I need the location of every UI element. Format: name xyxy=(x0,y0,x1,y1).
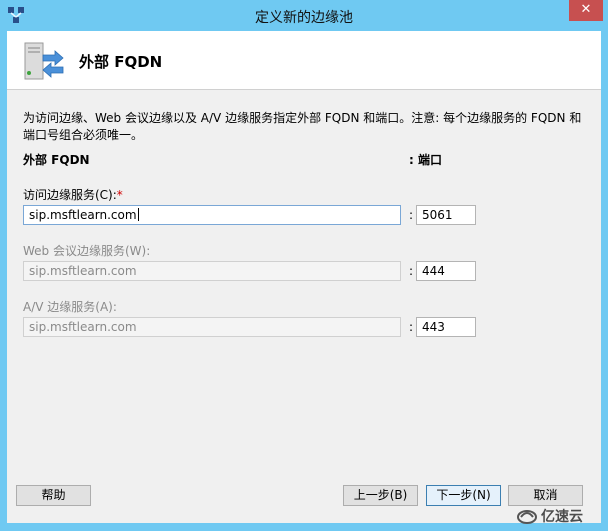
watermark: 亿速云 xyxy=(516,505,596,527)
web-conf-edge-port-input[interactable]: 444 xyxy=(416,261,476,281)
access-edge-colon: : xyxy=(409,208,414,222)
back-button[interactable]: 上一步(B) xyxy=(343,485,418,506)
column-header-fqdn: 外部 FQDN xyxy=(23,153,90,167)
description-text: 为访问边缘、Web 会议边缘以及 A/V 边缘服务指定外部 FQDN 和端口。注… xyxy=(23,111,582,142)
help-button[interactable]: 帮助 xyxy=(16,485,91,506)
av-edge-colon: : xyxy=(409,320,414,334)
text-caret xyxy=(137,208,139,221)
close-button[interactable]: ✕ xyxy=(569,0,603,21)
cancel-button[interactable]: 取消 xyxy=(508,485,583,506)
web-conf-edge-fqdn-input[interactable]: sip.msftlearn.com xyxy=(23,261,401,281)
required-mark: * xyxy=(116,188,123,202)
web-conf-edge-colon: : xyxy=(409,264,414,278)
av-edge-label: A/V 边缘服务(A): xyxy=(23,300,117,314)
server-arrows-icon xyxy=(24,42,64,80)
av-edge-fqdn-input[interactable]: sip.msftlearn.com xyxy=(23,317,401,337)
access-edge-fqdn-value: sip.msftlearn.com xyxy=(29,208,137,222)
window-title: 定义新的边缘池 xyxy=(255,10,353,26)
web-conf-edge-label: Web 会议边缘服务(W): xyxy=(23,244,151,258)
page-title: 外部 FQDN xyxy=(79,53,163,71)
access-edge-label: 访问边缘服务(C):* xyxy=(23,186,123,203)
watermark-text: 亿速云 xyxy=(541,509,583,525)
access-edge-fqdn-input[interactable]: sip.msftlearn.com xyxy=(23,205,401,225)
column-header-port: : 端口 xyxy=(409,153,442,167)
header-band: 外部 FQDN xyxy=(7,31,601,90)
access-edge-label-text: 访问边缘服务(C): xyxy=(23,188,117,202)
dialog-body: 外部 FQDN 为访问边缘、Web 会议边缘以及 A/V 边缘服务指定外部 FQ… xyxy=(7,31,601,523)
av-edge-port-input[interactable]: 443 xyxy=(416,317,476,337)
title-bar: 定义新的边缘池 ✕ xyxy=(0,0,608,31)
yisu-logo-icon xyxy=(517,510,537,524)
access-edge-port-input[interactable]: 5061 xyxy=(416,205,476,225)
next-button[interactable]: 下一步(N) xyxy=(426,485,501,506)
